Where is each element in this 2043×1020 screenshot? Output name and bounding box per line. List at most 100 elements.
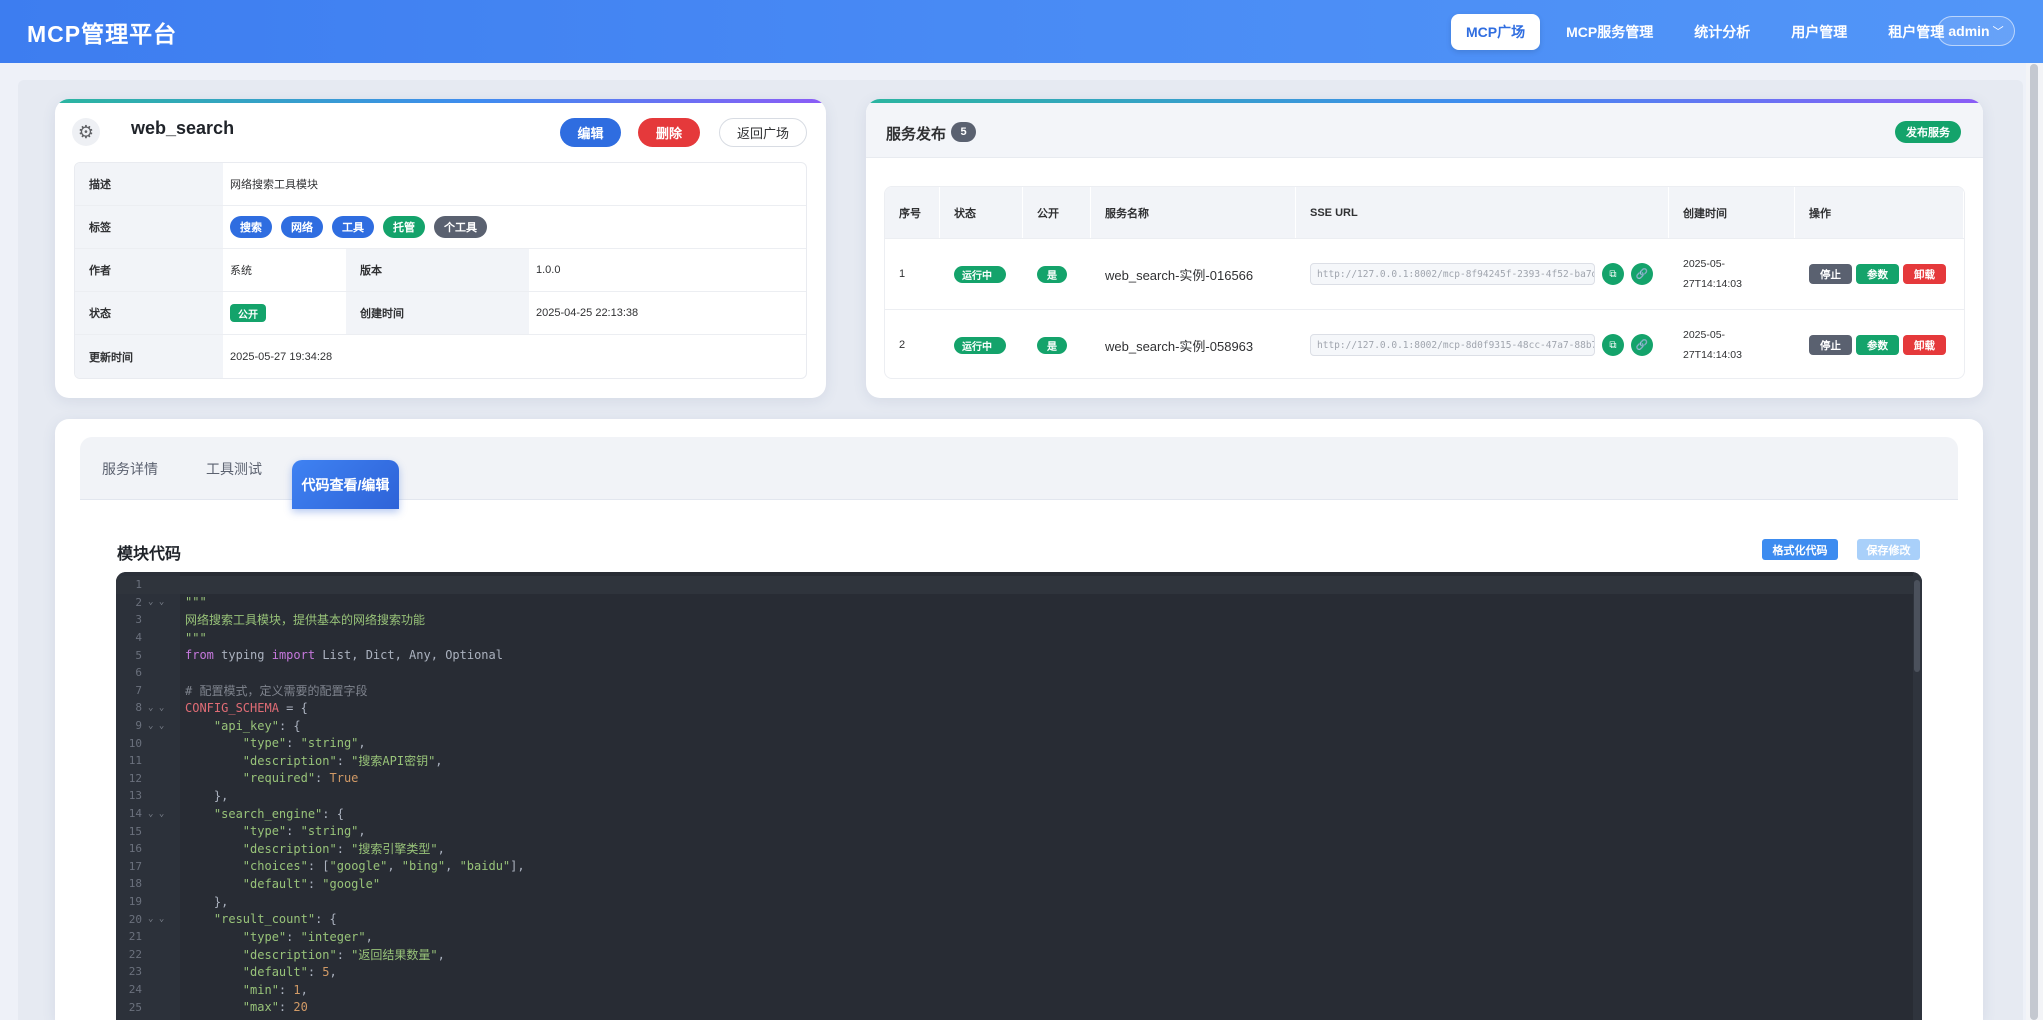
fold-chevron-icon[interactable]: ⌄ ⌄ — [142, 597, 170, 607]
line-number: 1 — [135, 578, 142, 592]
fold-chevron-icon[interactable]: ⌄ ⌄ — [142, 721, 170, 731]
code-line[interactable]: 15 "type": "string", — [116, 822, 1922, 840]
line-number: 21 — [128, 930, 142, 944]
code-line[interactable]: 11 "description": "搜索API密钥", — [116, 752, 1922, 770]
code-line[interactable]: 2 ⌄ ⌄ """ — [116, 594, 1922, 612]
code-line[interactable]: 10 "type": "string", — [116, 734, 1922, 752]
code-text: }, — [185, 788, 229, 803]
publish-service-button[interactable]: 发布服务 — [1895, 121, 1961, 143]
stop-button[interactable]: 停止 — [1809, 335, 1852, 355]
copy-icon[interactable]: ⧉ — [1602, 334, 1624, 356]
link-icon[interactable]: 🔗 — [1631, 263, 1653, 285]
tag-badge: 工具 — [332, 216, 374, 238]
code-line[interactable]: 1 — [116, 576, 1922, 594]
unload-button[interactable]: 卸载 — [1903, 264, 1946, 284]
user-menu-button[interactable]: admin ﹀ — [1937, 16, 2015, 46]
line-number: 14 — [128, 807, 142, 821]
tab-tool-test[interactable]: 工具测试 — [206, 437, 262, 500]
save-changes-button[interactable]: 保存修改 — [1857, 539, 1920, 560]
created-date: 2025-05- — [1683, 329, 1726, 341]
editor-scrollbar-thumb[interactable] — [1914, 580, 1920, 672]
service-name: web_search-实例-016566 — [1105, 267, 1254, 283]
service-name: web_search-实例-058963 — [1105, 338, 1254, 354]
copy-icon[interactable]: ⧉ — [1602, 263, 1624, 285]
code-line[interactable]: 16 "description": "搜索引擎类型", — [116, 840, 1922, 858]
line-number: 24 — [128, 983, 142, 997]
code-line[interactable]: 21 "type": "integer", — [116, 928, 1922, 946]
created-value: 2025-04-25 22:13:38 — [536, 307, 639, 319]
code-line[interactable]: 6 — [116, 664, 1922, 682]
author-label: 作者 — [75, 249, 223, 291]
created-date: 2025-05- — [1683, 258, 1726, 270]
code-editor[interactable]: 1 2 ⌄ ⌄ """ 3 网络搜索工具模块，提供基本的网络搜索功能 4 """ 5 from t… — [116, 572, 1922, 1020]
code-line[interactable]: 13 }, — [116, 787, 1922, 805]
nav-user-management[interactable]: 用户管理 — [1776, 14, 1862, 50]
back-to-plaza-button[interactable]: 返回广场 — [719, 118, 807, 147]
line-number: 13 — [128, 789, 142, 803]
running-status-badge: 运行中 — [954, 265, 1006, 283]
code-text: "search_engine": { — [213, 806, 344, 821]
code-line[interactable]: 9 ⌄ ⌄ "api_key": { — [116, 717, 1922, 735]
fold-chevron-icon[interactable]: ⌄ ⌄ — [142, 703, 170, 713]
code-line[interactable]: 18 "default": "google" — [116, 875, 1922, 893]
tab-code-view-edit[interactable]: 代码查看/编辑 — [292, 460, 399, 509]
code-line[interactable]: 22 "description": "返回结果数量", — [116, 946, 1922, 964]
public-cell: 是 — [1023, 310, 1091, 378]
code-line[interactable]: 25 "max": 20 — [116, 998, 1922, 1016]
code-line[interactable]: 4 """ — [116, 629, 1922, 647]
fold-chevron-icon[interactable]: ⌄ ⌄ — [142, 809, 170, 819]
fold-chevron-icon[interactable]: ⌄ ⌄ — [142, 914, 170, 924]
code-text: "api_key": { — [213, 718, 301, 733]
nav-mcp-plaza[interactable]: MCP广场 — [1451, 14, 1541, 50]
created-time: 27T14:14:03 — [1683, 349, 1742, 361]
app-logo[interactable]: MCP管理平台 — [27, 15, 177, 49]
table-row: 2 运行中 是 web_search-实例-058963 http://127.… — [885, 309, 1964, 378]
code-text: }, — [185, 894, 229, 909]
code-text: "type": "integer", — [242, 929, 373, 944]
status-cell: 运行中 — [940, 310, 1023, 378]
params-button[interactable]: 参数 — [1856, 264, 1899, 284]
line-number: 11 — [128, 754, 142, 768]
page-scrollbar-thumb[interactable] — [2030, 64, 2038, 1020]
card-accent-bar — [55, 99, 826, 103]
version-value: 1.0.0 — [536, 264, 561, 276]
unload-button[interactable]: 卸载 — [1903, 335, 1946, 355]
link-icon[interactable]: 🔗 — [1631, 334, 1653, 356]
tag-badge: 搜索 — [230, 216, 272, 238]
code-line[interactable]: 23 "default": 5, — [116, 963, 1922, 981]
sse-url-field[interactable]: http://127.0.0.1:8002/mcp-8d0f9315-48cc-… — [1310, 334, 1595, 356]
service-table: 序号 状态 公开 服务名称 SSE URL 创建时间 操作 1 运行中 是 we… — [884, 186, 1965, 379]
row-index: 1 — [899, 268, 906, 280]
column-header: 状态 — [940, 187, 1023, 238]
edit-button[interactable]: 编辑 — [560, 118, 621, 147]
code-line[interactable]: 12 "required": True — [116, 770, 1922, 788]
code-line[interactable]: 20 ⌄ ⌄ "result_count": { — [116, 910, 1922, 928]
info-row-description: 描述 网络搜索工具模块 — [75, 163, 806, 206]
nav-statistics[interactable]: 统计分析 — [1679, 14, 1765, 50]
line-number: 20 — [128, 912, 142, 926]
actions-cell: 停止 参数 卸载 — [1795, 310, 1964, 378]
code-text: "description": "返回结果数量", — [242, 947, 445, 962]
sse-url-field[interactable]: http://127.0.0.1:8002/mcp-8f94245f-2393-… — [1310, 263, 1595, 285]
top-header: MCP管理平台 MCP广场 MCP服务管理 统计分析 用户管理 租户管理 adm… — [0, 0, 2043, 63]
code-line[interactable]: 7 # 配置模式，定义需要的配置字段 — [116, 682, 1922, 700]
code-line[interactable]: 17 "choices": ["google", "bing", "baidu"… — [116, 858, 1922, 876]
code-line[interactable]: 8 ⌄ ⌄ CONFIG_SCHEMA = { — [116, 699, 1922, 717]
code-line[interactable]: 19 }, — [116, 893, 1922, 911]
code-text: """ — [185, 595, 207, 610]
tab-service-details[interactable]: 服务详情 — [102, 437, 158, 500]
nav-mcp-service-management[interactable]: MCP服务管理 — [1551, 14, 1668, 50]
code-line[interactable]: 5 from typing import List, Dict, Any, Opt… — [116, 646, 1922, 664]
code-line[interactable]: 3 网络搜索工具模块，提供基本的网络搜索功能 — [116, 611, 1922, 629]
code-line[interactable]: 24 "min": 1, — [116, 981, 1922, 999]
public-badge: 是 — [1037, 265, 1067, 283]
status-label: 状态 — [75, 292, 223, 334]
service-title: 服务发布 — [886, 126, 947, 143]
params-button[interactable]: 参数 — [1856, 335, 1899, 355]
author-value: 系统 — [230, 265, 252, 277]
format-code-button[interactable]: 格式化代码 — [1762, 539, 1838, 560]
delete-button[interactable]: 删除 — [638, 118, 700, 147]
code-line[interactable]: 14 ⌄ ⌄ "search_engine": { — [116, 805, 1922, 823]
stop-button[interactable]: 停止 — [1809, 264, 1852, 284]
version-label: 版本 — [346, 249, 529, 291]
